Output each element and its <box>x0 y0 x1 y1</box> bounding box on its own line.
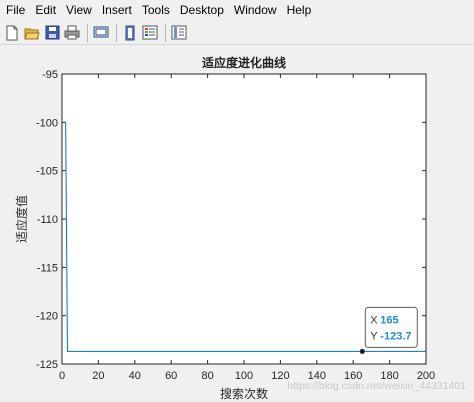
menu-view[interactable]: View <box>61 0 97 21</box>
y-tick-label: -115 <box>37 262 58 274</box>
open-folder-icon[interactable] <box>23 24 41 42</box>
link-plot-icon[interactable] <box>121 24 139 42</box>
chart-title: 适应度进化曲线 <box>202 55 286 70</box>
print-preview-icon[interactable] <box>92 24 110 42</box>
y-tick-label: -95 <box>42 69 58 81</box>
y-tick-label: -120 <box>36 311 58 323</box>
datatip-x-value: 165 <box>380 314 398 326</box>
menu-tools[interactable]: Tools <box>137 0 175 21</box>
new-file-icon[interactable] <box>3 24 21 42</box>
save-icon[interactable] <box>43 24 61 42</box>
figure-area: 适应度进化曲线 0 20 40 60 80 100 120 140 160 180 200 -125 -1… <box>0 46 474 402</box>
watermark-text: https://blog.csdn.net/weixin_44331401 <box>287 380 466 392</box>
insert-colorbar-icon[interactable] <box>141 24 159 42</box>
y-axis-label: 适应度值 <box>14 195 29 243</box>
y-tick-label: -100 <box>36 117 58 129</box>
toolbar-separator <box>165 23 166 42</box>
print-icon[interactable] <box>63 24 81 42</box>
x-axis-label: 搜索次数 <box>220 386 268 401</box>
menu-insert[interactable]: Insert <box>97 0 137 21</box>
x-tick-label: 0 <box>59 370 65 382</box>
menu-help[interactable]: Help <box>282 0 317 21</box>
datatip-y-value: -123.7 <box>380 330 411 342</box>
x-tick-label: 20 <box>92 370 104 382</box>
toolbar-separator <box>87 23 88 42</box>
menu-edit[interactable]: Edit <box>30 0 61 21</box>
y-tick-label: -110 <box>37 214 58 226</box>
menu-bar: File Edit View Insert Tools Desktop Wind… <box>0 0 474 21</box>
x-tick-label: 80 <box>201 370 213 382</box>
x-tick-label: 40 <box>129 370 141 382</box>
chart-canvas[interactable]: 适应度进化曲线0 20 40 60 80 100 120 140 160 180 200-125-1… <box>0 46 474 402</box>
datatip-x-label: X <box>370 314 378 326</box>
toolbar <box>0 21 474 45</box>
datatip-marker[interactable] <box>359 348 365 354</box>
insert-legend-icon[interactable] <box>170 24 188 42</box>
x-tick-label: 60 <box>165 370 177 382</box>
datatip-y-label: Y <box>370 330 378 342</box>
menu-window[interactable]: Window <box>229 0 282 21</box>
y-tick-label: -105 <box>36 166 58 178</box>
x-tick-label: 100 <box>235 370 253 382</box>
y-tick-label: -125 <box>36 359 58 371</box>
toolbar-separator <box>116 23 117 42</box>
menu-file[interactable]: File <box>0 0 30 21</box>
menu-desktop[interactable]: Desktop <box>175 0 229 21</box>
